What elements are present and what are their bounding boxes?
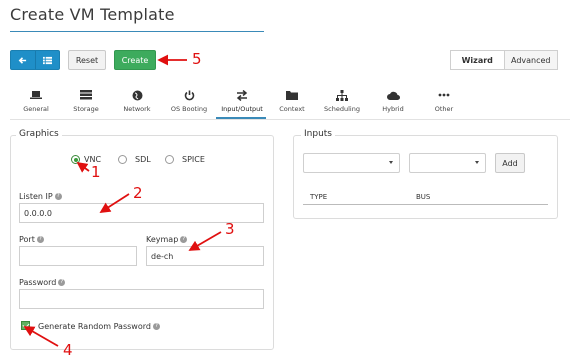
tab-bar-divider	[10, 119, 570, 120]
folder-icon	[286, 88, 298, 102]
tab-other[interactable]: Other	[420, 86, 468, 118]
input-bus-select[interactable]	[409, 153, 486, 173]
laptop-icon	[30, 88, 42, 102]
tab-bar: General Storage Network OS Booting Input…	[10, 86, 570, 120]
port-label: Port?	[19, 235, 44, 244]
inputs-legend: Inputs	[301, 129, 335, 139]
exchange-icon	[236, 88, 248, 102]
annotation-2: 2	[133, 184, 143, 202]
tab-scheduling[interactable]: Scheduling	[318, 86, 366, 118]
graphics-legend: Graphics	[16, 129, 62, 139]
annotation-4: 4	[63, 341, 73, 359]
page-title: Create VM Template	[10, 5, 175, 24]
back-arrow-icon[interactable]	[11, 51, 35, 69]
tab-label: Storage	[73, 105, 99, 113]
spice-label: SPICE	[182, 155, 205, 164]
spice-radio[interactable]	[165, 155, 174, 164]
tab-context[interactable]: Context	[268, 86, 316, 118]
tab-label: Other	[434, 105, 454, 113]
list-icon[interactable]	[34, 51, 60, 69]
sdl-radio[interactable]	[118, 155, 127, 164]
help-icon[interactable]: ?	[54, 193, 62, 200]
tab-general[interactable]: General	[12, 86, 60, 118]
active-tab-indicator	[216, 117, 266, 119]
listen-ip-label: Listen IP?	[19, 192, 62, 201]
wizard-button[interactable]: Wizard	[450, 50, 505, 70]
wizard-advanced-toggle: Wizard Advanced	[450, 50, 558, 70]
help-icon[interactable]: ?	[180, 236, 188, 243]
sitemap-icon	[336, 88, 348, 102]
sdl-label: SDL	[135, 155, 151, 164]
bus-column-header: BUS	[416, 193, 431, 201]
vnc-radio[interactable]	[71, 155, 80, 164]
password-input[interactable]	[19, 289, 264, 309]
tab-label: Hybrid	[382, 105, 404, 113]
tab-label: Input/Output	[221, 105, 263, 113]
graphics-panel	[10, 135, 274, 350]
chevron-down-icon	[389, 161, 393, 164]
back-list-button[interactable]	[10, 50, 60, 70]
tab-hybrid[interactable]: Hybrid	[369, 86, 417, 118]
reset-button[interactable]: Reset	[68, 50, 106, 70]
database-icon	[80, 88, 92, 102]
tab-label: General	[23, 105, 49, 113]
random-password-label: Generate Random Password?	[38, 322, 160, 331]
tab-label: Scheduling	[324, 105, 360, 113]
tab-label: OS Booting	[170, 105, 208, 113]
help-icon[interactable]: ?	[152, 323, 160, 330]
table-header-divider	[303, 204, 548, 205]
port-label-text: Port	[19, 235, 35, 244]
port-input[interactable]	[19, 246, 137, 266]
add-input-button[interactable]: Add	[495, 153, 525, 173]
help-icon[interactable]: ?	[58, 279, 66, 286]
input-type-select[interactable]	[303, 153, 400, 173]
tab-input-output[interactable]: Input/Output	[216, 86, 268, 118]
keymap-label-text: Keymap	[146, 235, 179, 244]
ellipsis-icon	[438, 88, 450, 102]
keymap-label: Keymap?	[146, 235, 188, 244]
chevron-down-icon	[475, 161, 479, 164]
globe-icon	[132, 88, 143, 102]
listen-ip-label-text: Listen IP	[19, 192, 53, 201]
advanced-button[interactable]: Advanced	[504, 50, 558, 70]
cloud-icon	[386, 88, 400, 102]
type-column-header: TYPE	[310, 193, 328, 201]
tab-storage[interactable]: Storage	[62, 86, 110, 118]
power-icon	[184, 88, 195, 102]
tab-network[interactable]: Network	[113, 86, 161, 118]
random-password-label-text: Generate Random Password	[38, 322, 151, 331]
inputs-panel	[293, 135, 558, 219]
tab-label: Network	[123, 105, 151, 113]
help-icon[interactable]: ?	[36, 236, 44, 243]
password-label: Password?	[19, 278, 66, 287]
annotation-1: 1	[91, 163, 101, 181]
tab-os-booting[interactable]: OS Booting	[165, 86, 213, 118]
annotation-5: 5	[192, 50, 202, 68]
title-divider	[10, 31, 264, 32]
keymap-input[interactable]: de-ch	[146, 246, 264, 266]
tab-label: Context	[279, 105, 305, 113]
password-label-text: Password	[19, 278, 57, 287]
create-button[interactable]: Create	[114, 50, 156, 70]
random-password-checkbox[interactable]	[21, 321, 30, 330]
annotation-3: 3	[225, 220, 235, 238]
